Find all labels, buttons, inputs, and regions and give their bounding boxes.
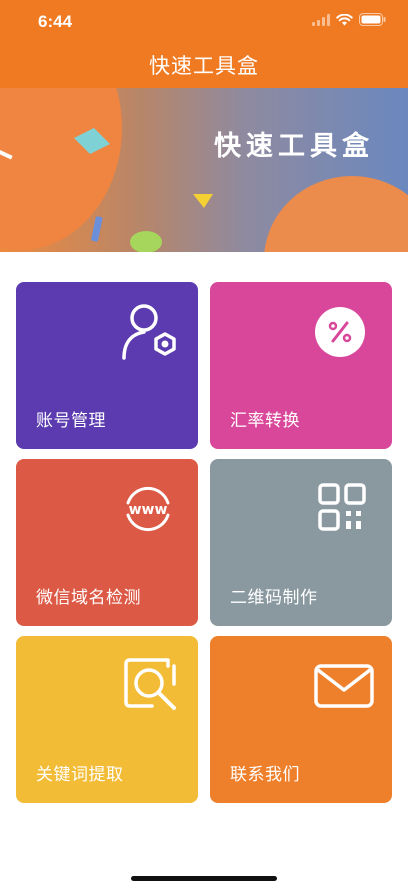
tile-account-management[interactable]: 账号管理 bbox=[16, 282, 198, 449]
banner-decoration bbox=[0, 88, 408, 252]
qr-code-icon bbox=[318, 483, 366, 531]
tool-grid: 账号管理 汇率转换 www 微信域名检测 二维码制作 关键词提取 联系我们 bbox=[16, 282, 392, 803]
banner-title: 快速工具盒 bbox=[214, 131, 374, 162]
tile-contact-us[interactable]: 联系我们 bbox=[210, 636, 392, 803]
tile-label: 微信域名检测 bbox=[36, 588, 141, 608]
svg-text:www: www bbox=[129, 502, 168, 518]
home-indicator[interactable] bbox=[131, 876, 277, 881]
tile-wechat-domain-check[interactable]: www 微信域名检测 bbox=[16, 459, 198, 626]
wifi-icon bbox=[336, 13, 353, 25]
signal-icon bbox=[312, 13, 330, 26]
www-globe-icon: www bbox=[126, 486, 170, 532]
page-title: 快速工具盒 bbox=[149, 54, 259, 78]
tile-label: 汇率转换 bbox=[230, 411, 300, 431]
tile-label: 二维码制作 bbox=[230, 588, 318, 608]
percent-icon bbox=[315, 307, 365, 357]
user-settings-icon bbox=[122, 304, 176, 360]
tile-label: 联系我们 bbox=[230, 765, 300, 785]
mail-icon bbox=[314, 664, 374, 708]
search-frame-icon bbox=[124, 658, 176, 710]
banner: 快速工具盒 bbox=[0, 88, 408, 252]
top-bar: 6:44 快速工具盒 bbox=[0, 0, 408, 88]
tile-keyword-extraction[interactable]: 关键词提取 bbox=[16, 636, 198, 803]
tile-qr-code-maker[interactable]: 二维码制作 bbox=[210, 459, 392, 626]
tile-label: 账号管理 bbox=[36, 411, 106, 431]
battery-icon bbox=[359, 13, 386, 26]
status-icons bbox=[312, 13, 386, 26]
tile-exchange-rate[interactable]: 汇率转换 bbox=[210, 282, 392, 449]
tile-label: 关键词提取 bbox=[36, 765, 124, 785]
status-time: 6:44 bbox=[38, 12, 73, 31]
